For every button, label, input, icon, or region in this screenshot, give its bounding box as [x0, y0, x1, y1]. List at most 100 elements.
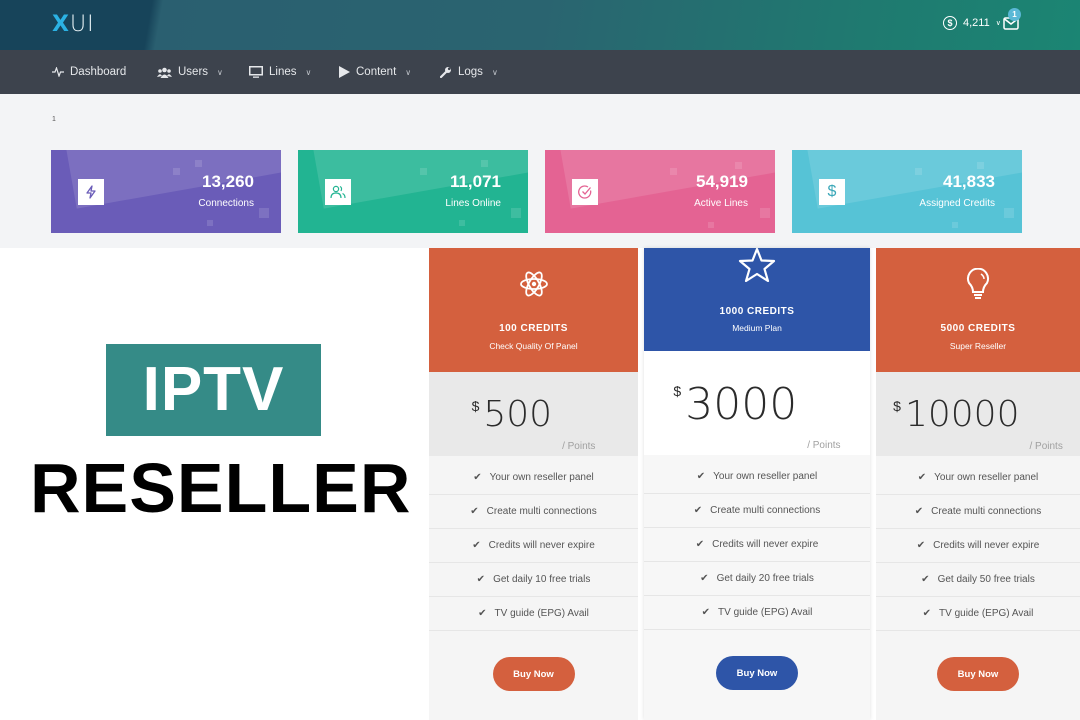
stat-label: Lines Online: [445, 198, 501, 209]
nav-logs[interactable]: Logs ∨: [440, 50, 498, 94]
check-icon: ✔: [917, 472, 927, 483]
plan-title: 5000 CREDITS: [940, 323, 1016, 334]
check-icon: ✔: [476, 574, 486, 585]
plan-price: $ 500 / Points: [429, 372, 638, 456]
plan-title: 100 CREDITS: [499, 323, 568, 334]
banner-reseller-text: RESELLER: [30, 449, 412, 527]
plan-card-5000-credits: 5000 CREDITS Super Reseller $ 10000 / Po…: [876, 248, 1080, 720]
plan-feature: ✔ Get daily 10 free trials: [429, 563, 638, 597]
check-icon: ✔: [693, 505, 703, 516]
xui-logo[interactable]: XUI: [52, 12, 95, 37]
plan-feature: ✔ Get daily 20 free trials: [644, 562, 870, 596]
plan-card-1000-credits: 1000 CREDITS Medium Plan $ 3000 / Points…: [644, 248, 870, 720]
plan-feature: ✔ Your own reseller panel: [429, 461, 638, 495]
price-amount: 10000: [904, 394, 1020, 435]
price-currency: $: [893, 398, 901, 414]
check-icon: ✔: [914, 506, 924, 517]
plan-feature: ✔ Credits will never expire: [644, 528, 870, 562]
check-icon: ✔: [701, 607, 711, 618]
feature-text: Get daily 50 free trials: [937, 574, 1035, 585]
stat-value: 54,919: [696, 172, 748, 191]
plan-feature: ✔ Credits will never expire: [429, 529, 638, 563]
stat-card-lines-online[interactable]: 11,071 Lines Online: [298, 150, 528, 233]
users-icon: [157, 67, 172, 78]
credits-value: 4,211: [963, 17, 990, 29]
feature-text: TV guide (EPG) Avail: [939, 608, 1034, 619]
feature-text: Create multi connections: [931, 506, 1042, 517]
price-currency: $: [471, 398, 480, 414]
check-icon: ✔: [472, 540, 481, 551]
plan-subtitle: Medium Plan: [732, 323, 782, 333]
feature-text: Your own reseller panel: [713, 471, 818, 482]
nav-label: Logs: [458, 66, 483, 78]
check-icon: ✔: [478, 608, 487, 619]
star-icon: [738, 248, 776, 282]
logo-text: UI: [69, 12, 95, 37]
feature-text: Create multi connections: [710, 505, 821, 516]
users-icon: [325, 179, 351, 205]
plan-subtitle: Check Quality Of Panel: [489, 341, 578, 351]
plan-subtitle: Super Reseller: [949, 341, 1007, 351]
price-unit: / Points: [1029, 441, 1063, 452]
check-icon: ✔: [696, 471, 706, 482]
lightning-icon: [78, 179, 104, 205]
plan-feature: ✔ Get daily 50 free trials: [876, 563, 1080, 597]
price-unit: / Points: [807, 440, 841, 451]
check-icon: ✔: [473, 472, 482, 483]
plan-feature: ✔ TV guide (EPG) Avail: [644, 596, 870, 630]
nav-label: Dashboard: [70, 66, 127, 78]
mail-badge: 1: [1008, 8, 1021, 21]
nav-users[interactable]: Users ∨: [157, 50, 223, 94]
stat-label: Assigned Credits: [919, 198, 995, 209]
lightbulb-icon: [967, 268, 989, 299]
feature-text: Your own reseller panel: [489, 472, 594, 483]
plan-feature: ✔ TV guide (EPG) Avail: [429, 597, 638, 631]
stat-label: Connections: [198, 198, 254, 209]
plan-feature: ✔ Create multi connections: [644, 494, 870, 528]
stat-card-active-lines[interactable]: 54,919 Active Lines: [545, 150, 775, 233]
plan-feature: ✔ TV guide (EPG) Avail: [876, 597, 1080, 631]
plan-price: $ 10000 / Points: [876, 372, 1080, 456]
buy-now-button[interactable]: Buy Now: [492, 657, 575, 691]
buy-now-button[interactable]: Buy Now: [937, 657, 1019, 691]
check-circle-icon: [572, 179, 598, 205]
price-unit: / Points: [562, 441, 596, 452]
feature-text: Credits will never expire: [712, 539, 819, 550]
plan-feature: ✔ Create multi connections: [876, 495, 1080, 529]
check-icon: ✔: [922, 608, 932, 619]
check-icon: ✔: [700, 573, 709, 584]
banner-iptv-text: IPTV: [142, 355, 285, 424]
check-icon: ✔: [921, 574, 930, 585]
plan-header: 5000 CREDITS Super Reseller: [876, 248, 1080, 372]
plan-feature: ✔ Credits will never expire: [876, 529, 1080, 563]
chevron-down-icon: ∨: [995, 20, 1001, 27]
feature-text: Create multi connections: [486, 506, 597, 517]
plan-header: 1000 CREDITS Medium Plan: [644, 248, 870, 351]
check-icon: ✔: [916, 540, 926, 551]
buy-now-button[interactable]: Buy Now: [716, 656, 798, 690]
plan-title: 1000 CREDITS: [719, 306, 795, 317]
stat-card-assigned-credits[interactable]: $ 41,833 Assigned Credits: [792, 150, 1022, 233]
monitor-icon: [249, 66, 263, 78]
chevron-down-icon: ∨: [305, 67, 312, 77]
plan-header: 100 CREDITS Check Quality Of Panel: [429, 248, 638, 372]
breadcrumb-mark: 1: [52, 116, 56, 123]
feature-text: Get daily 20 free trials: [716, 573, 814, 584]
price-amount: 3000: [685, 379, 798, 430]
feature-text: TV guide (EPG) Avail: [718, 607, 813, 618]
plan-feature: ✔ Your own reseller panel: [876, 461, 1080, 495]
activity-icon: [52, 67, 64, 77]
plan-feature: ✔ Create multi connections: [429, 495, 638, 529]
credits-dropdown[interactable]: $ 4,211 ∨: [943, 16, 1001, 30]
chevron-down-icon: ∨: [217, 67, 223, 77]
nav-label: Lines: [269, 66, 297, 78]
nav-lines[interactable]: Lines ∨: [249, 50, 311, 94]
stat-label: Active Lines: [694, 198, 748, 209]
stat-card-connections[interactable]: 13,260 Connections: [51, 150, 281, 233]
nav-content[interactable]: Content ∨: [339, 50, 411, 94]
nav-dashboard[interactable]: Dashboard: [52, 50, 126, 94]
stat-value: 11,071: [449, 172, 501, 191]
feature-text: Credits will never expire: [488, 540, 595, 551]
dollar-coin-icon: $: [943, 16, 957, 30]
nav-label: Users: [178, 66, 209, 78]
